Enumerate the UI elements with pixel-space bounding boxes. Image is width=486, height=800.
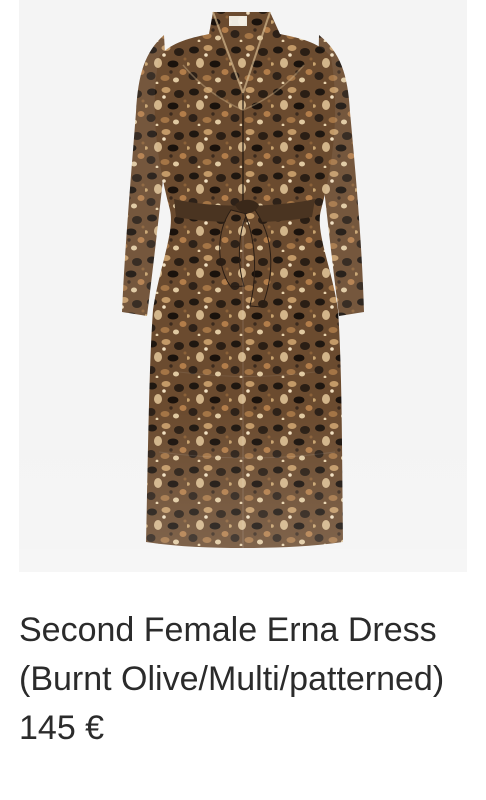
product-page: Second Female Erna Dress (Burnt Olive/Mu…: [0, 0, 486, 800]
product-image[interactable]: [19, 0, 467, 572]
dress-illustration: [19, 0, 467, 572]
product-title[interactable]: Second Female Erna Dress (Burnt Olive/Mu…: [19, 606, 474, 753]
